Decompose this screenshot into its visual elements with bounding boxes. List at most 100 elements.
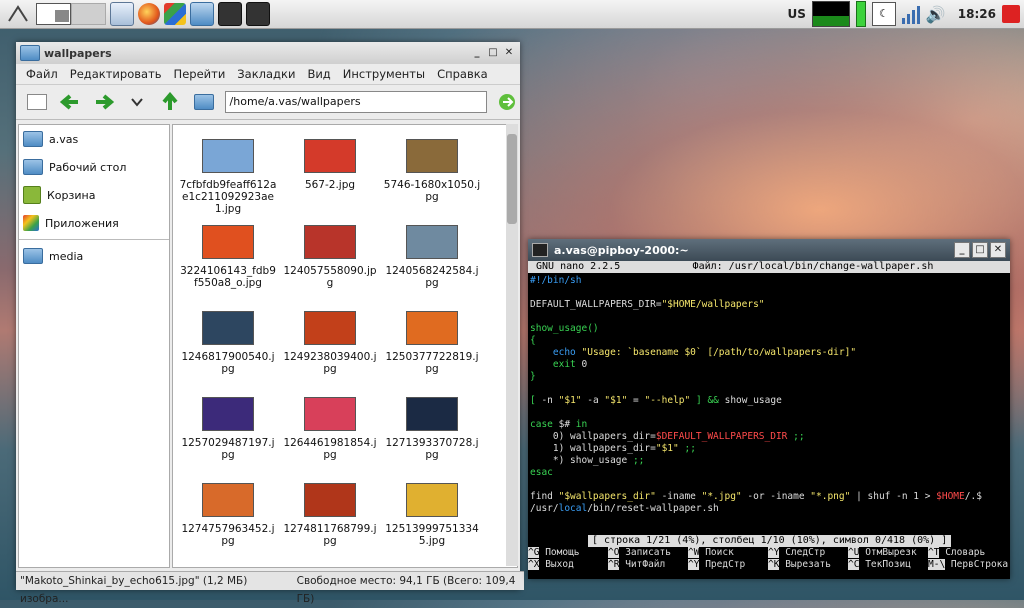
file-item[interactable]: 5746-1680x1050.jpg (381, 131, 483, 217)
file-item[interactable]: 567-2.jpg (279, 131, 381, 217)
file-thumbnail (406, 397, 458, 431)
file-item[interactable]: 124057558090.jpg (279, 217, 381, 303)
shortcut-item: ^O Записать (608, 547, 688, 559)
file-thumbnail (202, 397, 254, 431)
clock[interactable]: 18:26 (958, 7, 996, 21)
minimize-button[interactable]: _ (954, 242, 970, 258)
shortcut-label: СледСтр (785, 547, 826, 558)
maximize-button[interactable]: □ (486, 46, 500, 60)
minimize-button[interactable]: _ (470, 46, 484, 60)
place-media[interactable]: media (19, 242, 169, 270)
close-button[interactable]: ✕ (990, 242, 1006, 258)
editor-content[interactable]: #!/bin/sh DEFAULT_WALLPAPERS_DIR="$HOME/… (528, 273, 1010, 517)
shortcut-row-1: ^G Помощь ^O Записать ^W Поиск ^Y СледСтр ^U… (528, 547, 1010, 559)
menu-view[interactable]: Вид (307, 67, 330, 81)
shortcut-key: ^K (768, 559, 780, 570)
firefox-launcher[interactable] (138, 2, 160, 26)
place-label: media (49, 249, 84, 263)
shortcut-key: M-\ (928, 559, 946, 570)
forward-button[interactable] (91, 89, 116, 115)
shortcut-item: ^T Словарь (928, 547, 1008, 559)
volume-icon[interactable]: 🔊 (926, 5, 946, 24)
file-name: 1264461981854.jpg (283, 437, 377, 461)
menu-tools[interactable]: Инструменты (343, 67, 425, 81)
workspace-switcher[interactable] (36, 2, 106, 26)
place-desktop[interactable]: Рабочий стол (19, 153, 169, 181)
terminal-launcher-1[interactable] (218, 2, 242, 26)
file-item[interactable]: 1257029487197.jpg (177, 389, 279, 475)
chevron-down-icon (131, 98, 143, 107)
file-item[interactable]: 1246817900540.jpg (177, 303, 279, 389)
shortcut-label: ЧитФайл (625, 559, 666, 570)
menu-button[interactable] (4, 2, 32, 26)
keyboard-layout[interactable]: US (787, 7, 805, 21)
file-name: 1274757963452.jpg (181, 523, 275, 547)
file-item[interactable]: 125139997513345.jpg (381, 475, 483, 561)
folder-icon (193, 94, 214, 110)
wifi-icon[interactable] (901, 4, 920, 24)
home-button[interactable] (191, 89, 216, 115)
terminal-launcher-2[interactable] (246, 2, 270, 26)
file-thumbnail (304, 225, 356, 259)
menu-go[interactable]: Перейти (174, 67, 226, 81)
new-tab-button[interactable] (24, 89, 49, 115)
clock-weather-icon: ☾ (871, 2, 896, 26)
file-name: 124057558090.jpg (283, 265, 377, 289)
file-thumbnail (406, 225, 458, 259)
file-item[interactable]: 1274757963452.jpg (177, 475, 279, 561)
selection-info: "Makoto_Shinkai_by_echo615.jpg" (1,2 МБ)… (20, 575, 248, 605)
place-applications[interactable]: Приложения (19, 209, 169, 237)
path-input[interactable]: /home/a.vas/wallpapers (224, 91, 487, 113)
cpu-monitor (811, 1, 850, 27)
shortcut-label: Помощь (545, 547, 580, 558)
file-item[interactable]: 3224106143_fdb9f550a8_o.jpg (177, 217, 279, 303)
file-name: 1271393370728.jpg (385, 437, 479, 461)
scrollbar-thumb[interactable] (507, 134, 517, 224)
file-name: 1250377722819.jpg (385, 351, 479, 375)
icon-view[interactable]: 7cfbfdb9feaff612ae1c211092923ae1.jpg 567-… (172, 124, 518, 568)
show-desktop-button[interactable] (110, 2, 134, 26)
file-name: 567-2.jpg (304, 179, 356, 191)
back-button[interactable] (57, 89, 82, 115)
toolbar: /home/a.vas/wallpapers (16, 85, 520, 120)
file-thumbnail (304, 483, 356, 517)
file-item[interactable]: 1249238039400.jpg (279, 303, 381, 389)
file-item[interactable]: 1274811768799.jpg (279, 475, 381, 561)
file-item[interactable]: 1250377722819.jpg (381, 303, 483, 389)
menu-help[interactable]: Справка (437, 67, 488, 81)
file-item[interactable]: 1264461981854.jpg (279, 389, 381, 475)
file-item[interactable]: 1240568242584.jpg (381, 217, 483, 303)
window-title: a.vas@pipboy-2000:~ (554, 243, 689, 257)
menu-bookmarks[interactable]: Закладки (237, 67, 295, 81)
maximize-button[interactable]: □ (972, 242, 988, 258)
nano-status: [ строка 1/21 (4%), столбец 1/10 (10%), … (588, 535, 952, 547)
shortcut-key: ^U (848, 547, 860, 558)
shortcut-label: Поиск (705, 547, 734, 558)
file-manager-titlebar[interactable]: wallpapers _ □ ✕ (16, 42, 520, 64)
place-label: a.vas (49, 132, 79, 146)
applications-icon (23, 215, 39, 231)
shortcut-key: ^Y (768, 547, 780, 558)
close-button[interactable]: ✕ (502, 46, 516, 60)
file-item[interactable]: 7cfbfdb9feaff612ae1c211092923ae1.jpg (177, 131, 279, 217)
go-button[interactable] (495, 89, 520, 115)
folder-icon (20, 45, 40, 61)
menu-file[interactable]: Файл (26, 67, 58, 81)
place-trash[interactable]: Корзина (19, 181, 169, 209)
file-item[interactable]: 1271393370728.jpg (381, 389, 483, 475)
file-name: 3224106143_fdb9f550a8_o.jpg (180, 265, 276, 289)
up-button[interactable] (158, 89, 183, 115)
shortcut-key: ^T (928, 547, 940, 558)
office-launcher[interactable] (164, 2, 186, 26)
terminal-titlebar[interactable]: a.vas@pipboy-2000:~ _ □ ✕ (528, 239, 1010, 261)
status-bar: "Makoto_Shinkai_by_echo615.jpg" (1,2 МБ)… (16, 571, 524, 605)
logout-icon[interactable] (1002, 5, 1020, 23)
scrollbar[interactable] (506, 124, 518, 566)
history-dropdown[interactable] (124, 89, 149, 115)
file-manager-launcher[interactable] (190, 2, 214, 26)
file-thumbnail (202, 225, 254, 259)
free-space: Свободное место: 94,1 ГБ (Всего: 109,4 Г… (296, 575, 516, 605)
place-home[interactable]: a.vas (19, 125, 169, 153)
menu-edit[interactable]: Редактировать (70, 67, 162, 81)
window-title: wallpapers (44, 46, 112, 60)
